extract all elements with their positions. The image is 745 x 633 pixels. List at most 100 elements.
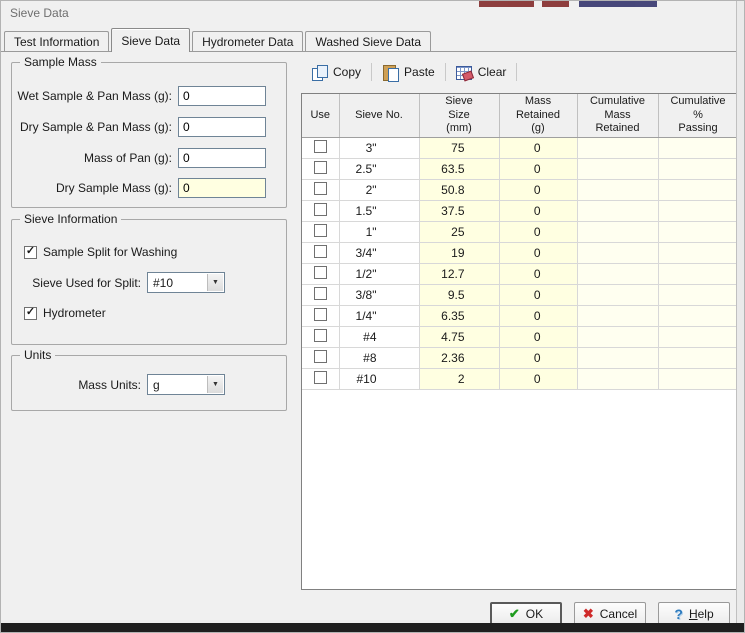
table-row: 3" 75 0 bbox=[302, 137, 737, 159]
cumulative-passing-cell bbox=[658, 263, 737, 285]
sieve-size-cell[interactable]: 75 bbox=[419, 137, 500, 159]
dry-sample-mass-input[interactable] bbox=[178, 177, 266, 198]
ok-check-icon: ✔ bbox=[508, 606, 520, 621]
table-row: #8 2.36 0 bbox=[302, 347, 737, 369]
sieve-size-cell[interactable]: 63.5 bbox=[419, 158, 500, 180]
mass-retained-cell[interactable]: 0 bbox=[499, 347, 578, 369]
use-checkbox[interactable] bbox=[313, 223, 327, 237]
cancel-label: Cancel bbox=[599, 606, 638, 621]
mass-retained-cell[interactable]: 0 bbox=[499, 179, 578, 201]
units-group: Units Mass Units: g ▼ bbox=[11, 348, 287, 411]
sieve-no-cell: 2.5" bbox=[339, 158, 420, 180]
sieve-size-cell[interactable]: 50.8 bbox=[419, 179, 500, 201]
mass-retained-cell[interactable]: 0 bbox=[499, 242, 578, 264]
sieve-size-cell[interactable]: 25 bbox=[419, 221, 500, 243]
mass-retained-cell[interactable]: 0 bbox=[499, 221, 578, 243]
tab-test-information[interactable]: Test Information bbox=[4, 31, 110, 51]
tab-hydrometer-data[interactable]: Hydrometer Data bbox=[192, 31, 304, 51]
table-row: 2" 50.8 0 bbox=[302, 179, 737, 201]
sample-split-checkbox[interactable]: ✓ bbox=[24, 245, 37, 259]
col-header-sieve-size: Sieve Size (mm) bbox=[419, 94, 500, 138]
sieve-no-cell: 3/4" bbox=[339, 242, 420, 264]
paste-button[interactable]: Paste bbox=[374, 62, 443, 82]
window-title: Sieve Data bbox=[10, 6, 69, 20]
table-header-row: Use Sieve No. Sieve Size (mm) Mass Retai… bbox=[302, 94, 737, 138]
tab-washed-sieve-data[interactable]: Washed Sieve Data bbox=[305, 31, 432, 51]
dry-sample-pan-mass-input[interactable] bbox=[178, 116, 266, 137]
sieve-used-for-split-label: Sieve Used for Split: bbox=[32, 275, 141, 290]
dropdown-arrow-icon[interactable]: ▼ bbox=[207, 274, 223, 291]
sieve-no-cell: 1/4" bbox=[339, 305, 420, 327]
use-checkbox[interactable] bbox=[313, 370, 327, 384]
cumulative-passing-cell bbox=[658, 179, 737, 201]
help-label: Help bbox=[688, 606, 714, 621]
cumulative-passing-cell bbox=[658, 347, 737, 369]
help-button[interactable]: ? Help bbox=[658, 602, 730, 625]
sieve-size-cell[interactable]: 19 bbox=[419, 242, 500, 264]
copy-button[interactable]: Copy bbox=[303, 62, 369, 82]
col-header-sieve-no: Sieve No. bbox=[339, 94, 420, 138]
sieve-information-group: Sieve Information ✓ Sample Split for Was… bbox=[11, 212, 287, 345]
use-checkbox[interactable] bbox=[313, 265, 327, 279]
cumulative-passing-cell bbox=[658, 200, 737, 222]
mass-of-pan-label: Mass of Pan (g): bbox=[83, 150, 172, 165]
toolbar-separator bbox=[516, 63, 518, 81]
sieve-size-cell[interactable]: 37.5 bbox=[419, 200, 500, 222]
sieve-data-dialog: Sieve Data Test Information Sieve Data H… bbox=[0, 0, 745, 633]
tab-strip: Test Information Sieve Data Hydrometer D… bbox=[4, 28, 433, 52]
mass-of-pan-input[interactable] bbox=[178, 147, 266, 168]
use-checkbox[interactable] bbox=[313, 328, 327, 342]
ok-button[interactable]: ✔ OK bbox=[490, 602, 562, 625]
use-checkbox[interactable] bbox=[313, 244, 327, 258]
sieve-size-cell[interactable]: 4.75 bbox=[419, 326, 500, 348]
use-checkbox[interactable] bbox=[313, 202, 327, 216]
hydrometer-checkbox[interactable]: ✓ bbox=[24, 306, 37, 320]
table-row: 2.5" 63.5 0 bbox=[302, 158, 737, 180]
cumulative-mass-cell bbox=[577, 200, 659, 222]
table-row: #4 4.75 0 bbox=[302, 326, 737, 348]
sieve-size-cell[interactable]: 12.7 bbox=[419, 263, 500, 285]
clear-button[interactable]: Clear bbox=[448, 62, 515, 82]
cumulative-passing-cell bbox=[658, 137, 737, 159]
dropdown-arrow-icon[interactable]: ▼ bbox=[207, 376, 223, 393]
sieve-used-for-split-combobox[interactable]: #10 ▼ bbox=[147, 272, 225, 293]
wet-sample-mass-input[interactable] bbox=[178, 85, 266, 106]
sieve-no-cell: 1/2" bbox=[339, 263, 420, 285]
grid-toolbar: Copy Paste Clear bbox=[303, 60, 519, 84]
cumulative-passing-cell bbox=[658, 326, 737, 348]
tab-sieve-data[interactable]: Sieve Data bbox=[111, 28, 191, 52]
mass-units-combobox[interactable]: g ▼ bbox=[147, 374, 225, 395]
cumulative-mass-cell bbox=[577, 284, 659, 306]
use-checkbox[interactable] bbox=[313, 160, 327, 174]
mass-retained-cell[interactable]: 0 bbox=[499, 263, 578, 285]
cumulative-mass-cell bbox=[577, 347, 659, 369]
mass-retained-cell[interactable]: 0 bbox=[499, 284, 578, 306]
title-bar: Sieve Data bbox=[1, 1, 736, 27]
use-checkbox[interactable] bbox=[313, 286, 327, 300]
use-checkbox[interactable] bbox=[313, 349, 327, 363]
use-checkbox[interactable] bbox=[313, 307, 327, 321]
paste-label: Paste bbox=[404, 65, 435, 79]
cumulative-mass-cell bbox=[577, 242, 659, 264]
mass-retained-cell[interactable]: 0 bbox=[499, 368, 578, 390]
cumulative-mass-cell bbox=[577, 305, 659, 327]
sieve-size-cell[interactable]: 2.36 bbox=[419, 347, 500, 369]
col-header-cumulative-passing: Cumulative % Passing bbox=[658, 94, 737, 138]
toolbar-separator bbox=[444, 63, 446, 81]
use-checkbox[interactable] bbox=[313, 181, 327, 195]
cancel-button[interactable]: ✖ Cancel bbox=[574, 602, 646, 625]
sieve-no-cell: 3" bbox=[339, 137, 420, 159]
col-header-cumulative-mass: Cumulative Mass Retained bbox=[577, 94, 659, 138]
sieve-size-cell[interactable]: 2 bbox=[419, 368, 500, 390]
mass-retained-cell[interactable]: 0 bbox=[499, 158, 578, 180]
sieve-size-cell[interactable]: 6.35 bbox=[419, 305, 500, 327]
use-checkbox[interactable] bbox=[313, 139, 327, 153]
sieve-used-for-split-value: #10 bbox=[153, 275, 174, 290]
cumulative-passing-cell bbox=[658, 158, 737, 180]
sieve-size-cell[interactable]: 9.5 bbox=[419, 284, 500, 306]
mass-retained-cell[interactable]: 0 bbox=[499, 326, 578, 348]
mass-retained-cell[interactable]: 0 bbox=[499, 137, 578, 159]
mass-retained-cell[interactable]: 0 bbox=[499, 305, 578, 327]
mass-retained-cell[interactable]: 0 bbox=[499, 200, 578, 222]
units-group-title: Units bbox=[20, 348, 56, 362]
